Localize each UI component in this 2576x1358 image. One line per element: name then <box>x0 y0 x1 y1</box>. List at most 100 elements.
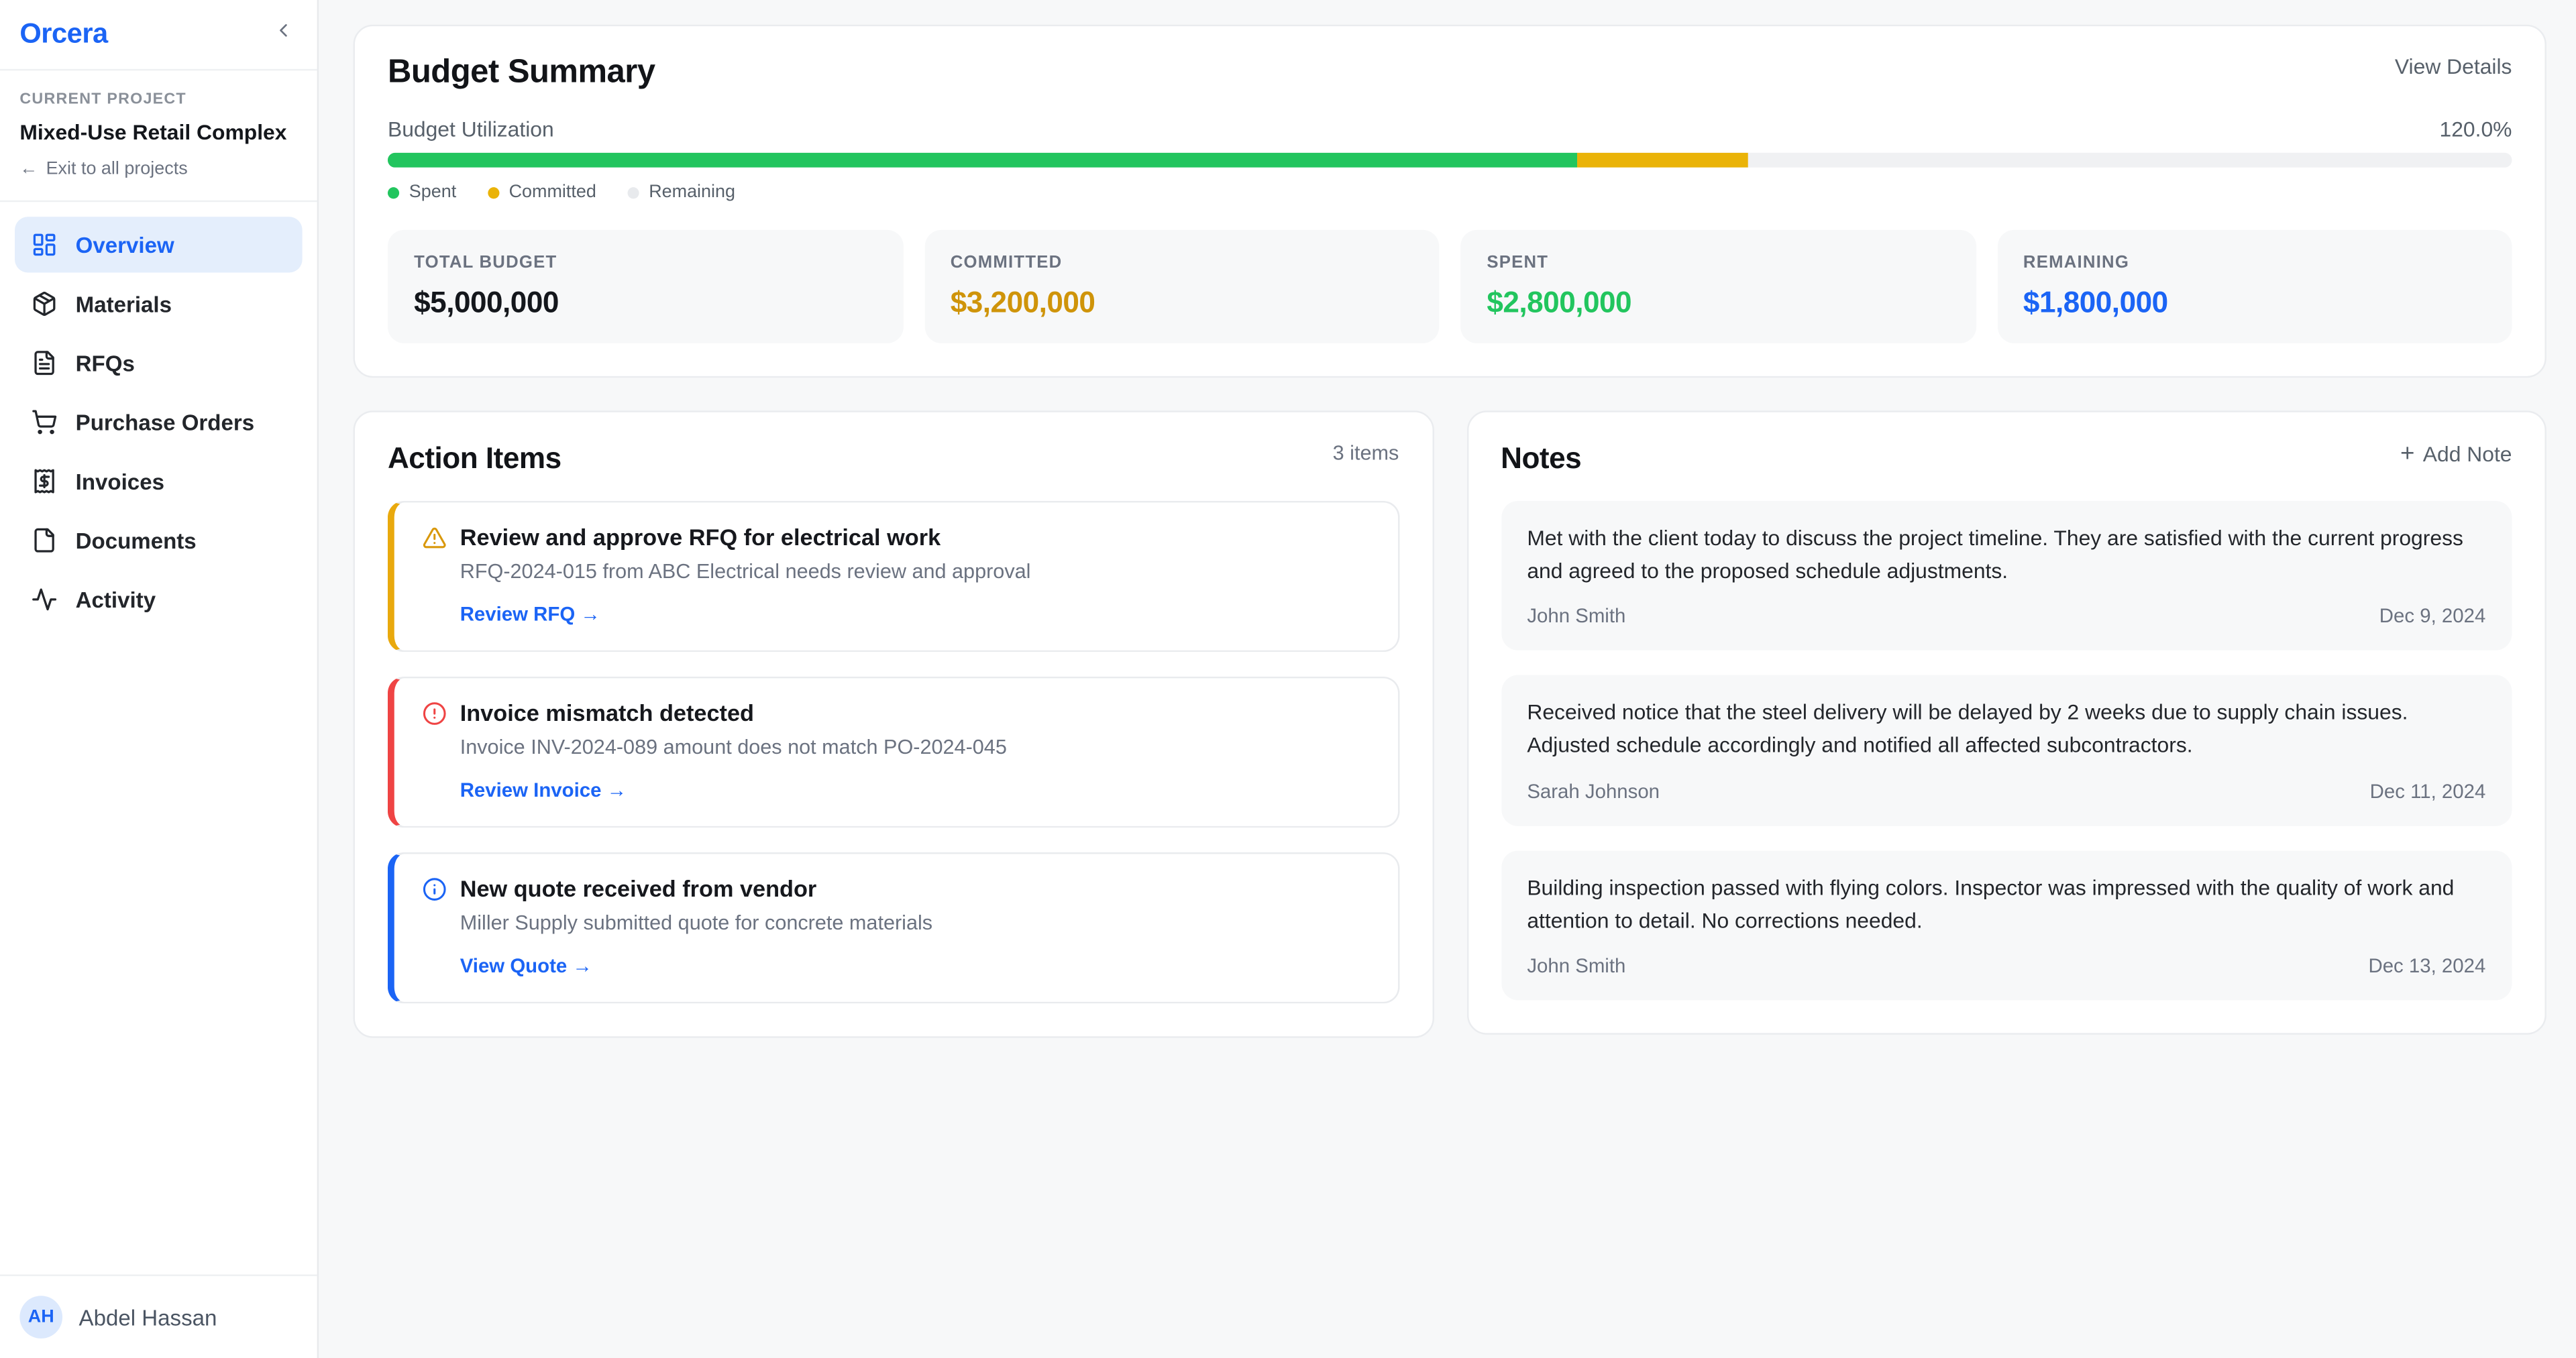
legend-dot-icon <box>388 186 399 198</box>
progress-spent-segment <box>388 153 1577 168</box>
budget-stat-card: SPENT $2,800,000 <box>1460 230 1976 343</box>
budget-stat-card: COMMITTED $3,200,000 <box>924 230 1440 343</box>
user-profile[interactable]: AH Abdel Hassan <box>0 1274 317 1358</box>
sidebar-item-label: Activity <box>76 587 156 612</box>
current-project-label: CURRENT PROJECT <box>19 91 297 109</box>
sidebar-item-label: Documents <box>76 528 197 553</box>
legend-label: Remaining <box>649 182 735 202</box>
note-author: Sarah Johnson <box>1527 779 1660 802</box>
action-item-link[interactable]: Review RFQ → <box>460 603 1371 626</box>
file-icon <box>32 527 58 553</box>
sidebar-nav-item[interactable]: RFQs <box>15 335 303 391</box>
activity-icon <box>32 586 58 612</box>
stat-label: SPENT <box>1487 253 1949 272</box>
action-item: New quote received from vendor Miller Su… <box>388 852 1399 1003</box>
action-item-description: Invoice INV-2024-089 amount does not mat… <box>460 736 1371 758</box>
action-item-link[interactable]: Review Invoice → <box>460 779 1371 801</box>
warning-triangle-icon <box>422 524 447 549</box>
exit-projects-link[interactable]: ← Exit to all projects <box>19 160 297 179</box>
arrow-left-icon: ← <box>19 160 38 179</box>
budget-stats: TOTAL BUDGET $5,000,000 COMMITTED $3,200… <box>388 230 2512 343</box>
note-date: Dec 11, 2024 <box>2370 779 2486 802</box>
action-items-card: Action Items 3 items Review and approve … <box>354 410 1434 1038</box>
dashboard-icon <box>32 231 58 258</box>
avatar: AH <box>19 1296 62 1339</box>
project-name: Mixed-Use Retail Complex <box>19 120 297 145</box>
note-date: Dec 9, 2024 <box>2379 605 2485 628</box>
sidebar-nav-item[interactable]: Invoices <box>15 453 303 509</box>
action-items-title: Action Items <box>388 442 561 476</box>
stat-label: TOTAL BUDGET <box>414 253 876 272</box>
note-author: John Smith <box>1527 605 1625 628</box>
legend-label: Spent <box>409 182 456 202</box>
package-icon <box>32 290 58 317</box>
note-item: Met with the client today to discuss the… <box>1501 501 2512 651</box>
note-text: Building inspection passed with flying c… <box>1527 871 2485 938</box>
legend-label: Committed <box>509 182 596 202</box>
sidebar-item-label: RFQs <box>76 351 135 376</box>
stat-label: REMAINING <box>2023 253 2485 272</box>
stat-value: $1,800,000 <box>2023 286 2485 320</box>
current-project-section: CURRENT PROJECT Mixed-Use Retail Complex… <box>0 70 317 202</box>
sidebar-nav-item[interactable]: Purchase Orders <box>15 394 303 450</box>
action-item: Invoice mismatch detected Invoice INV-20… <box>388 677 1399 828</box>
budget-utilization-value: 120.0% <box>2440 117 2512 142</box>
legend-dot-icon <box>488 186 499 198</box>
budget-stat-card: REMAINING $1,800,000 <box>1997 230 2512 343</box>
sidebar-item-label: Invoices <box>76 469 164 494</box>
notes-card: Notes + Add Note Met with the client tod… <box>1466 410 2546 1034</box>
add-note-button[interactable]: + Add Note <box>2400 442 2512 467</box>
note-text: Met with the client today to discuss the… <box>1527 522 2485 589</box>
note-item: Received notice that the steel delivery … <box>1501 675 2512 826</box>
legend-item: Spent <box>388 182 456 202</box>
budget-stat-card: TOTAL BUDGET $5,000,000 <box>388 230 903 343</box>
action-item-description: Miller Supply submitted quote for concre… <box>460 911 1371 934</box>
stat-label: COMMITTED <box>951 253 1413 272</box>
app-root: Orcera CURRENT PROJECT Mixed-Use Retail … <box>0 0 2576 1358</box>
sidebar-nav-item[interactable]: Overview <box>15 217 303 272</box>
budget-summary-title: Budget Summary <box>388 54 655 92</box>
sidebar-nav-item[interactable]: Activity <box>15 571 303 627</box>
action-items-list: Review and approve RFQ for electrical wo… <box>388 501 1399 1003</box>
stat-value: $2,800,000 <box>1487 286 1949 320</box>
budget-utilization-label: Budget Utilization <box>388 117 554 142</box>
sidebar-item-label: Purchase Orders <box>76 410 254 435</box>
action-item: Review and approve RFQ for electrical wo… <box>388 501 1399 652</box>
view-details-link[interactable]: View Details <box>2395 54 2512 79</box>
budget-progress-bar <box>388 153 2512 168</box>
notes-title: Notes <box>1501 442 1581 476</box>
exit-projects-label: Exit to all projects <box>46 160 188 179</box>
alert-circle-icon <box>422 700 447 725</box>
legend-item: Remaining <box>627 182 735 202</box>
sidebar-nav: Overview Materials RFQs Purchase Orders <box>0 202 317 642</box>
action-item-link[interactable]: View Quote → <box>460 954 1371 977</box>
progress-committed-segment <box>1577 153 1747 168</box>
legend-item: Committed <box>488 182 596 202</box>
app-logo: Orcera <box>19 18 107 51</box>
chevron-left-icon <box>273 19 294 49</box>
sidebar-nav-item[interactable]: Materials <box>15 276 303 331</box>
note-author: John Smith <box>1527 954 1625 976</box>
stat-value: $3,200,000 <box>951 286 1413 320</box>
action-item-description: RFQ-2024-015 from ABC Electrical needs r… <box>460 560 1371 583</box>
note-text: Received notice that the steel delivery … <box>1527 697 2485 763</box>
legend-dot-icon <box>627 186 639 198</box>
file-text-icon <box>32 350 58 376</box>
action-items-count: 3 items <box>1333 442 1399 465</box>
action-item-title: Review and approve RFQ for electrical wo… <box>460 524 941 550</box>
stat-value: $5,000,000 <box>414 286 876 320</box>
action-item-title: New quote received from vendor <box>460 875 817 901</box>
sidebar-item-label: Overview <box>76 233 174 258</box>
main-content: Budget Summary View Details Budget Utili… <box>319 0 2576 1358</box>
collapse-sidebar-button[interactable] <box>273 19 294 49</box>
budget-legend: Spent Committed Remaining <box>388 182 2512 202</box>
budget-summary-card: Budget Summary View Details Budget Utili… <box>354 25 2546 378</box>
notes-list: Met with the client today to discuss the… <box>1501 501 2512 1000</box>
sidebar-header: Orcera <box>0 0 317 70</box>
receipt-icon <box>32 468 58 494</box>
note-item: Building inspection passed with flying c… <box>1501 850 2512 1001</box>
info-circle-icon <box>422 876 447 901</box>
sidebar-item-label: Materials <box>76 292 172 317</box>
sidebar-nav-item[interactable]: Documents <box>15 512 303 568</box>
plus-icon: + <box>2400 442 2414 467</box>
